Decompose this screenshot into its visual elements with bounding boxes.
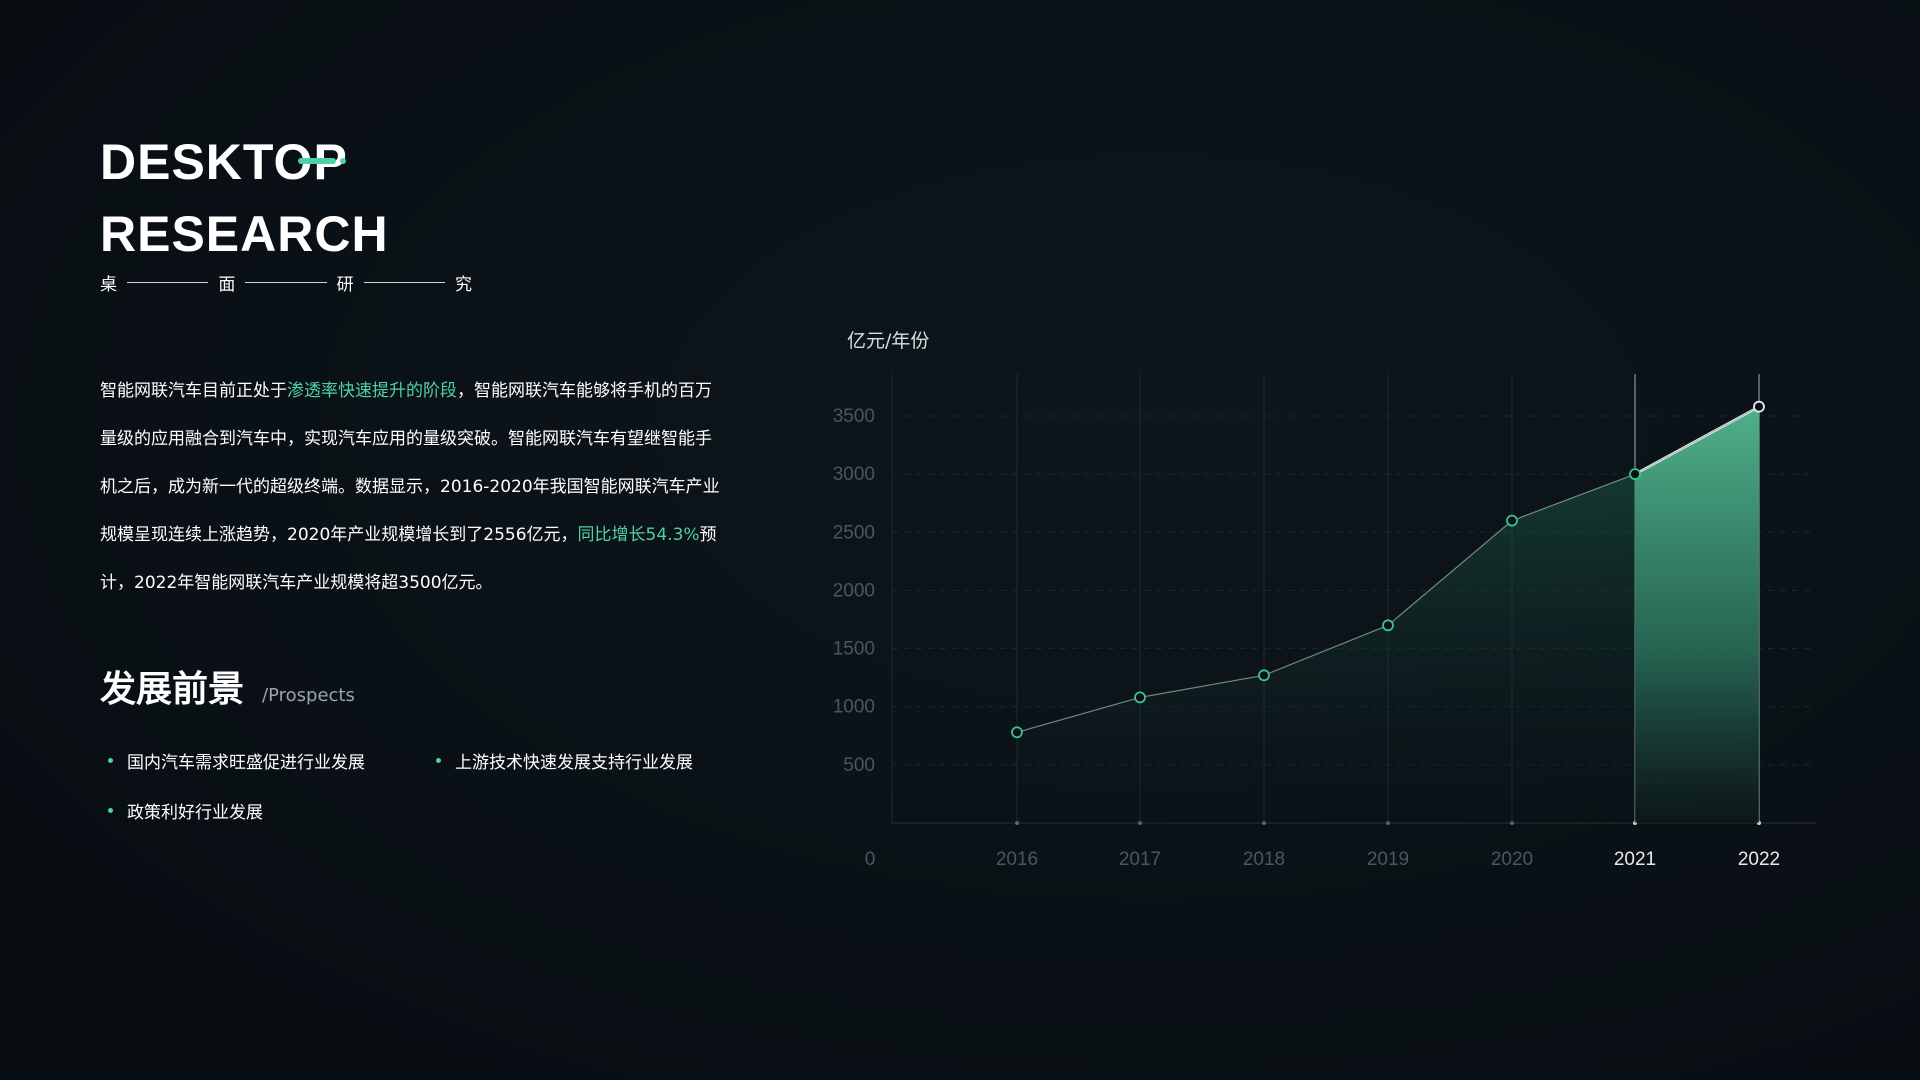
- data-point: [1382, 619, 1394, 632]
- x-tick-label: 2016: [996, 849, 1038, 870]
- x-tick-label: 2018: [1243, 849, 1285, 870]
- y-tick-label: 1000: [833, 697, 875, 718]
- x-tick-label: 2021: [1614, 849, 1656, 870]
- data-point: [1134, 691, 1146, 704]
- y-tick-label: 3500: [833, 406, 875, 427]
- y-tick-label: 3000: [833, 464, 875, 485]
- y-tick-label: 0: [865, 849, 876, 870]
- data-point: [1629, 468, 1641, 481]
- x-tick-label: 2020: [1491, 849, 1533, 870]
- data-point: [1011, 726, 1023, 739]
- x-tick-label: 2022: [1738, 849, 1780, 870]
- x-tick-label: 2017: [1119, 849, 1161, 870]
- data-point: [1506, 514, 1518, 527]
- highlight-area: [1635, 406, 1759, 823]
- x-tick-label: 2019: [1367, 849, 1409, 870]
- data-point: [1258, 669, 1270, 682]
- y-tick-label: 2500: [833, 522, 875, 543]
- y-tick-label: 500: [843, 755, 875, 776]
- y-tick-label: 1500: [833, 639, 875, 660]
- y-tick-label: 2000: [833, 580, 875, 601]
- area-chart: 0 500 1000 1500 2000 2500 3000 3500 2016 2017 2018…: [833, 374, 1816, 870]
- data-point: [1753, 400, 1765, 413]
